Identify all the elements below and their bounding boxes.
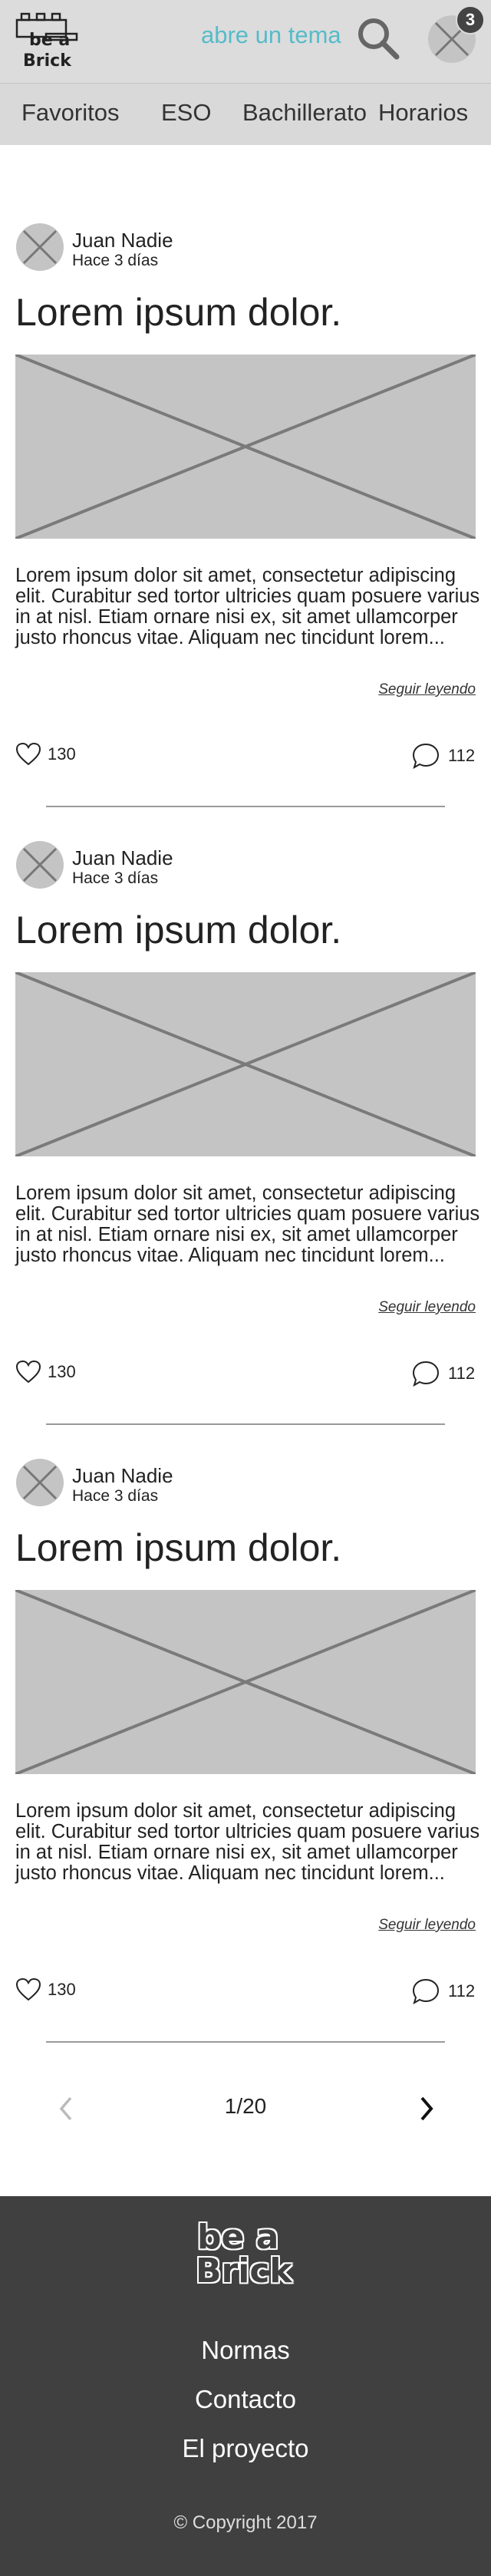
author-avatar[interactable]	[15, 223, 64, 272]
post-author[interactable]: Juan Nadie	[72, 1464, 173, 1488]
chevron-right-icon	[420, 2096, 433, 2121]
post-date: Hace 3 días	[72, 1487, 159, 1505]
image-placeholder-icon	[15, 353, 476, 540]
image-placeholder-icon	[15, 971, 476, 1158]
post-author[interactable]: Juan Nadie	[72, 846, 173, 870]
post-author[interactable]: Juan Nadie	[72, 229, 173, 252]
post-card: Juan Nadie Hace 3 días Lorem ipsum dolor…	[0, 618, 491, 1425]
image-placeholder-icon	[15, 1588, 476, 1776]
post-image[interactable]	[15, 1588, 476, 1776]
like-count: 130	[48, 1980, 76, 1999]
post-title[interactable]: Lorem ipsum dolor.	[15, 290, 341, 335]
site-footer: be a Brick Normas Contacto El proyecto ©…	[0, 2196, 491, 2576]
post-image[interactable]	[15, 353, 476, 540]
read-more-link[interactable]: Seguir leyendo	[378, 1917, 476, 1934]
copyright-text: © Copyright 2017	[173, 2512, 318, 2533]
post-title[interactable]: Lorem ipsum dolor.	[15, 908, 341, 952]
post-divider	[46, 2041, 445, 2043]
comment-count: 112	[448, 1981, 476, 2000]
footer-link-proyecto[interactable]: El proyecto	[0, 2434, 491, 2463]
heart-icon	[15, 1977, 41, 2001]
post-date: Hace 3 días	[72, 252, 159, 269]
footer-logo-line2: Brick	[196, 2251, 292, 2291]
pagination: 1/20	[0, 2087, 491, 2130]
user-avatar-icon	[16, 1459, 64, 1506]
post-card: Juan Nadie Hace 3 días Lorem ipsum dolor…	[0, 0, 491, 807]
post-title[interactable]: Lorem ipsum dolor.	[15, 1525, 341, 1570]
post-date: Hace 3 días	[72, 869, 159, 887]
post-image[interactable]	[15, 971, 476, 1158]
comment-bubble-icon	[412, 1978, 440, 2005]
author-avatar[interactable]	[15, 840, 64, 889]
footer-link-normas[interactable]: Normas	[0, 2336, 491, 2365]
footer-link-contacto[interactable]: Contacto	[0, 2385, 491, 2414]
comment-button[interactable]: 112	[411, 1977, 480, 2005]
user-avatar-icon	[16, 841, 64, 889]
footer-logo[interactable]: be a Brick	[196, 2218, 295, 2291]
next-page-button[interactable]	[414, 2095, 437, 2122]
post-excerpt: Lorem ipsum dolor sit amet, consectetur …	[15, 1800, 480, 1884]
user-avatar-icon	[16, 223, 64, 271]
author-avatar[interactable]	[15, 1458, 64, 1507]
post-card: Juan Nadie Hace 3 días Lorem ipsum dolor…	[0, 1235, 491, 2043]
